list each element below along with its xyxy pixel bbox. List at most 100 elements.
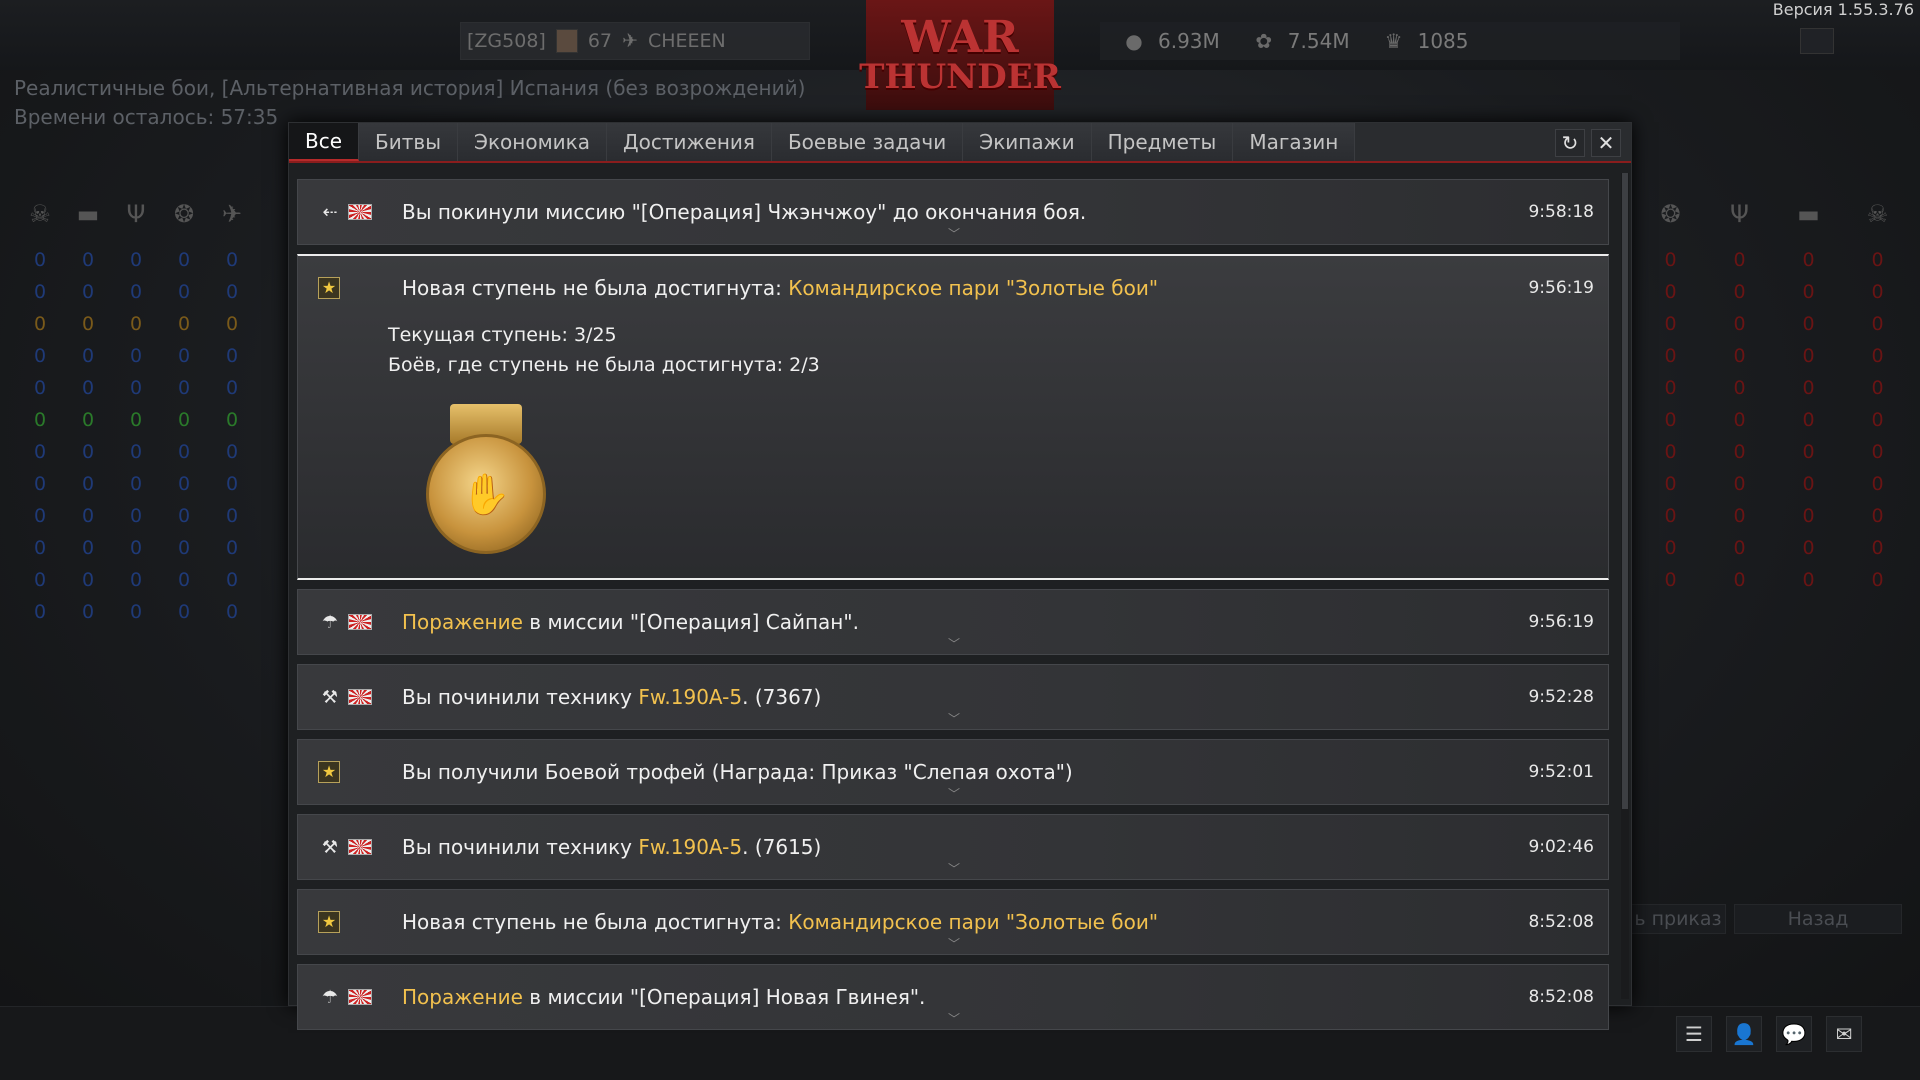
score-cell: 0 [1871, 249, 1884, 271]
score-row: 0 0 0 0 [1636, 340, 1912, 372]
score-row: 0 0 0 0 [1636, 372, 1912, 404]
tab-items[interactable]: Предметы [1091, 123, 1234, 161]
squad-icon[interactable]: 👤 [1726, 1016, 1762, 1052]
expand-chevron-icon[interactable]: ﹀ [948, 225, 960, 242]
notification-item[interactable]: ★ Новая ступень не была достигнута: Коман… [297, 254, 1609, 580]
notification-item[interactable]: ★ Вы получили Боевой трофей (Награда: При… [297, 739, 1609, 805]
close-button[interactable]: ✕ [1591, 129, 1621, 157]
score-cell: 0 [129, 601, 143, 623]
currency-gold[interactable]: ♛ 1085 [1384, 29, 1469, 53]
expand-chevron-icon[interactable]: ﹀ [948, 710, 960, 727]
score-row: 0 0 0 0 [1636, 276, 1912, 308]
score-cell: 0 [1733, 537, 1746, 559]
notification-item[interactable]: ☂ Поражение в миссии "[Операция] Новая Гв… [297, 964, 1609, 1030]
score-cell: 0 [33, 505, 47, 527]
score-row: 0 0 0 0 0 [16, 500, 256, 532]
score-cell: 0 [129, 377, 143, 399]
notification-icons: ★ [318, 277, 390, 299]
scrollbar-thumb[interactable] [1622, 173, 1628, 809]
refresh-button[interactable]: ↻ [1555, 129, 1585, 157]
notification-header: ☂ Поражение в миссии "[Операция] Новая Гв… [298, 965, 1608, 1029]
tab-crews[interactable]: Экипажи [963, 123, 1092, 161]
notification-item[interactable]: ⇠ Вы покинули миссию "[Операция] Чжэнчжоу… [297, 179, 1609, 245]
score-row: 0 0 0 0 0 [16, 532, 256, 564]
player-name: CHEEEN [647, 30, 726, 52]
notification-item[interactable]: ★ Новая ступень не была достигнута: Коман… [297, 889, 1609, 955]
score-cell: 0 [33, 441, 47, 463]
japan-flag-icon [348, 989, 372, 1005]
score-cell: 0 [1733, 473, 1746, 495]
scrollbar[interactable] [1621, 173, 1629, 999]
notification-item[interactable]: ⚒ Вы починили технику Fw.190A-5. (7615) 9:… [297, 814, 1609, 880]
expand-chevron-icon[interactable]: ﹀ [948, 785, 960, 802]
game-logo[interactable]: WAR THUNDER [859, 0, 1061, 110]
list-icon[interactable]: ☰ [1676, 1016, 1712, 1052]
score-cell: 0 [1871, 377, 1884, 399]
notification-text: Поражение в миссии "[Операция] Сайпан". [402, 610, 859, 634]
tab-economy[interactable]: Экономика [457, 123, 607, 161]
notification-header: ☂ Поражение в миссии "[Операция] Сайпан".… [298, 590, 1608, 654]
text-before: Новая ступень не была достигнута: [402, 910, 789, 934]
avatar [555, 29, 578, 53]
notification-time: 9:58:18 [1528, 202, 1594, 222]
japan-flag-icon [348, 204, 372, 220]
score-row: 0 0 0 0 0 [16, 436, 256, 468]
expand-chevron-icon[interactable]: ﹀ [948, 860, 960, 877]
score-cell: 0 [81, 537, 95, 559]
score-cell: 0 [1871, 409, 1884, 431]
tab-battles[interactable]: Битвы [359, 123, 458, 161]
currency-research[interactable]: ✿ 7.54M [1254, 29, 1349, 53]
score-cell: 0 [177, 377, 191, 399]
score-cell: 0 [1664, 569, 1677, 591]
score-cell: 0 [33, 569, 47, 591]
score-cell: 0 [1802, 537, 1815, 559]
back-button[interactable]: Назад [1734, 904, 1902, 934]
score-cell: 0 [81, 377, 95, 399]
notification-time: 8:52:08 [1528, 912, 1594, 932]
notification-item[interactable]: ☂ Поражение в миссии "[Операция] Сайпан".… [297, 589, 1609, 655]
score-cell: 0 [1664, 505, 1677, 527]
score-cell: 0 [177, 281, 191, 303]
player-info[interactable]: [ZG508] 67 ✈ CHEEEN [460, 22, 810, 60]
mail-icon[interactable]: ✉ [1826, 1016, 1862, 1052]
score-cell: 0 [225, 569, 239, 591]
player-level: 67 [587, 30, 613, 52]
score-cell: 0 [1733, 345, 1746, 367]
expand-chevron-icon[interactable]: ﹀ [948, 935, 960, 952]
score-row: 0 0 0 0 [1636, 532, 1912, 564]
settings-button[interactable] [1800, 28, 1834, 54]
right-score-grid: 0000000000000000000000000000000000000000… [1636, 244, 1912, 596]
notification-icons: ⚒ [318, 837, 390, 858]
score-cell: 0 [177, 601, 191, 623]
notification-time: 8:52:08 [1528, 987, 1594, 1007]
score-cell: 0 [129, 345, 143, 367]
text-highlight: Поражение [402, 985, 523, 1009]
tab-battle-tasks[interactable]: Боевые задачи [771, 123, 964, 161]
expand-chevron-icon[interactable]: ﹀ [948, 635, 960, 652]
currency-silver[interactable]: ● 6.93M [1124, 29, 1220, 53]
wrench-icon: ⚒ [321, 836, 339, 858]
tab-achievements[interactable]: Достижения [607, 123, 772, 161]
tab-shop[interactable]: Магазин [1233, 123, 1356, 161]
tab-all[interactable]: Все [289, 123, 360, 161]
score-cell: 0 [33, 345, 47, 367]
text-before: Вы починили технику [402, 685, 639, 709]
notification-item[interactable]: ⚒ Вы починили технику Fw.190A-5. (7367) 9:… [297, 664, 1609, 730]
score-row: 0 0 0 0 0 [16, 564, 256, 596]
score-cell: 0 [1802, 377, 1815, 399]
order-button[interactable]: ь приказ [1630, 904, 1726, 934]
detail-line: Боёв, где ступень не была достигнута: 2/… [388, 354, 820, 376]
chat-icon[interactable]: 💬 [1776, 1016, 1812, 1052]
tank-icon: ▬ [76, 200, 100, 228]
assist-icon: Ψ [126, 200, 146, 228]
notification-details: Текущая ступень: 3/25 Боёв, где ступень н… [298, 320, 1608, 380]
text-highlight: Командирское пари "Золотые бои" [788, 276, 1159, 300]
notification-list: ⇠ Вы покинули миссию "[Операция] Чжэнчжоу… [297, 179, 1609, 1039]
score-cell: 0 [177, 505, 191, 527]
score-cell: 0 [81, 313, 95, 335]
expand-chevron-icon[interactable]: ﹀ [948, 1010, 960, 1027]
score-row: 0 0 0 0 0 [16, 404, 256, 436]
score-cell: 0 [81, 505, 95, 527]
score-cell: 0 [1871, 473, 1884, 495]
notification-time: 9:02:46 [1528, 837, 1594, 857]
